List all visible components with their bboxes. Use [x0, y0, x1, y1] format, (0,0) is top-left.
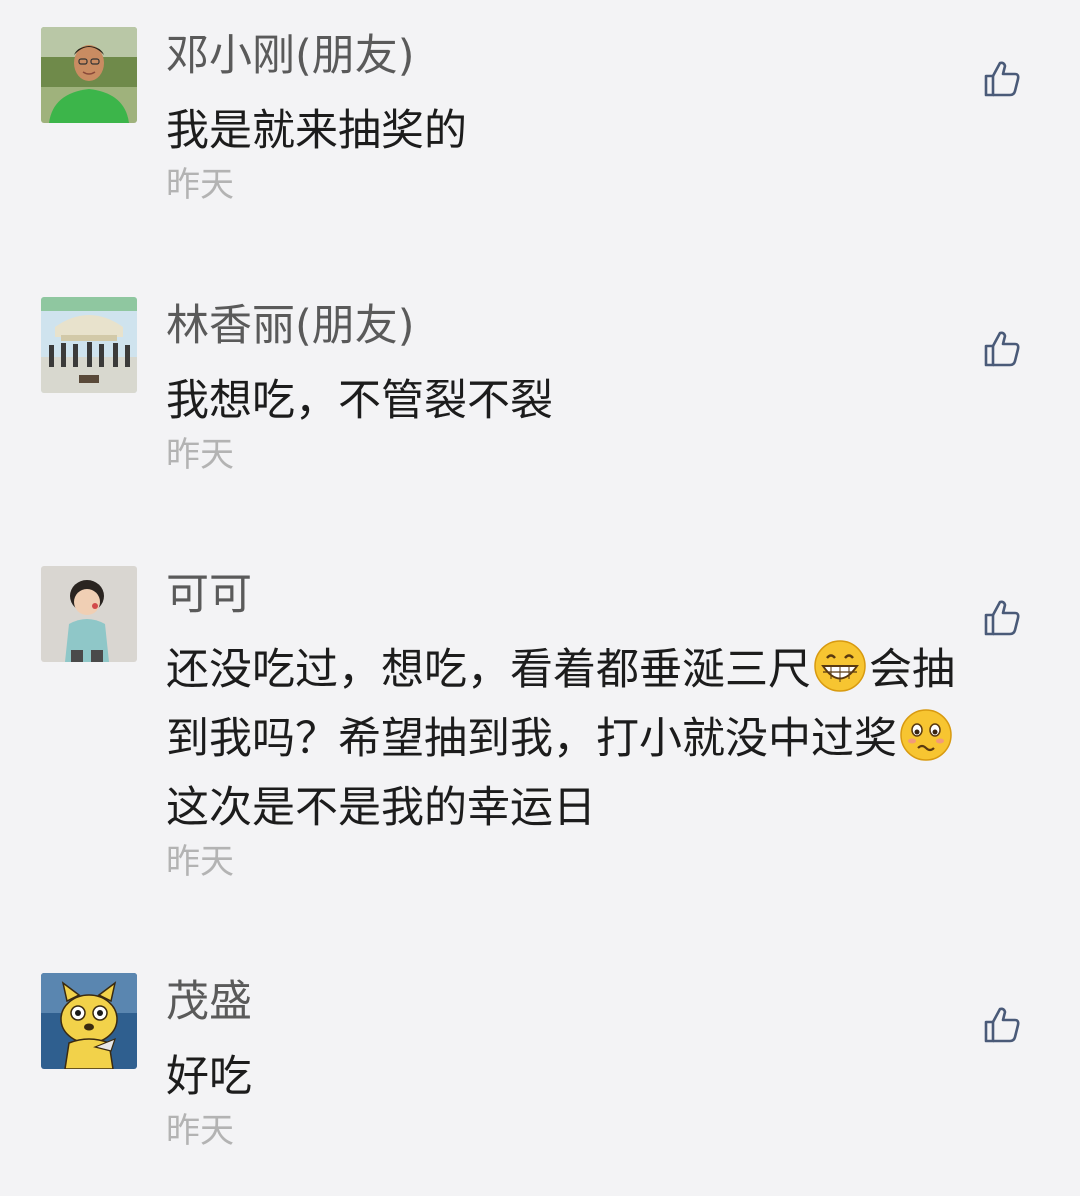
comment-text-segment: 还没吃过，想吃，看着都垂涎三尺 [166, 645, 811, 695]
comment-line: 到我吗？希望抽到我，打小就没中过奖 [166, 705, 1036, 774]
comment-text: 还没吃过，想吃，看着都垂涎三尺 会抽 到我吗？希望抽到我，打小就没中过奖 这次是不… [166, 636, 1036, 843]
avatar[interactable] [41, 973, 137, 1069]
avatar-cartoon-dog-image [41, 973, 137, 1069]
comment-time: 昨天 [166, 842, 234, 882]
like-button[interactable] [982, 598, 1022, 638]
like-button[interactable] [982, 59, 1022, 99]
comment-line: 这次是不是我的幸运日 [166, 783, 596, 833]
comment-time: 昨天 [166, 1111, 234, 1151]
avatar[interactable] [41, 566, 137, 662]
comment-text: 我是就来抽奖的 [166, 97, 1036, 166]
thumbs-up-icon [984, 1007, 1020, 1043]
comment-line: 还没吃过，想吃，看着都垂涎三尺 会抽 [166, 636, 1036, 705]
comment-text: 好吃 [166, 1043, 1036, 1112]
avatar[interactable] [41, 297, 137, 393]
comment-text: 我想吃，不管裂不裂 [166, 367, 1036, 436]
comment-line: 好吃 [166, 1052, 252, 1102]
commenter-name[interactable]: 茂盛 [166, 975, 252, 1029]
avatar-group-photo-image [41, 297, 137, 393]
avatar-child-image [41, 566, 137, 662]
worried-emoji-icon [899, 708, 953, 762]
comment-text-segment: 到我吗？希望抽到我，打小就没中过奖 [166, 714, 897, 764]
comment-text-segment: 会抽 [869, 645, 955, 695]
avatar[interactable] [41, 27, 137, 123]
comment-time: 昨天 [166, 435, 234, 475]
commenter-name[interactable]: 林香丽(朋友) [166, 299, 415, 353]
thumbs-up-icon [984, 331, 1020, 367]
comment-time: 昨天 [166, 165, 234, 205]
commenter-name[interactable]: 可可 [166, 568, 252, 622]
avatar-man-green-shirt-image [41, 27, 137, 123]
thumbs-up-icon [984, 61, 1020, 97]
grin-emoji-icon [813, 639, 867, 693]
like-button[interactable] [982, 329, 1022, 369]
like-button[interactable] [982, 1005, 1022, 1045]
comment-line: 我是就来抽奖的 [166, 106, 467, 156]
thumbs-up-icon [984, 600, 1020, 636]
commenter-name[interactable]: 邓小刚(朋友) [166, 29, 415, 83]
comment-line: 我想吃，不管裂不裂 [166, 376, 553, 426]
